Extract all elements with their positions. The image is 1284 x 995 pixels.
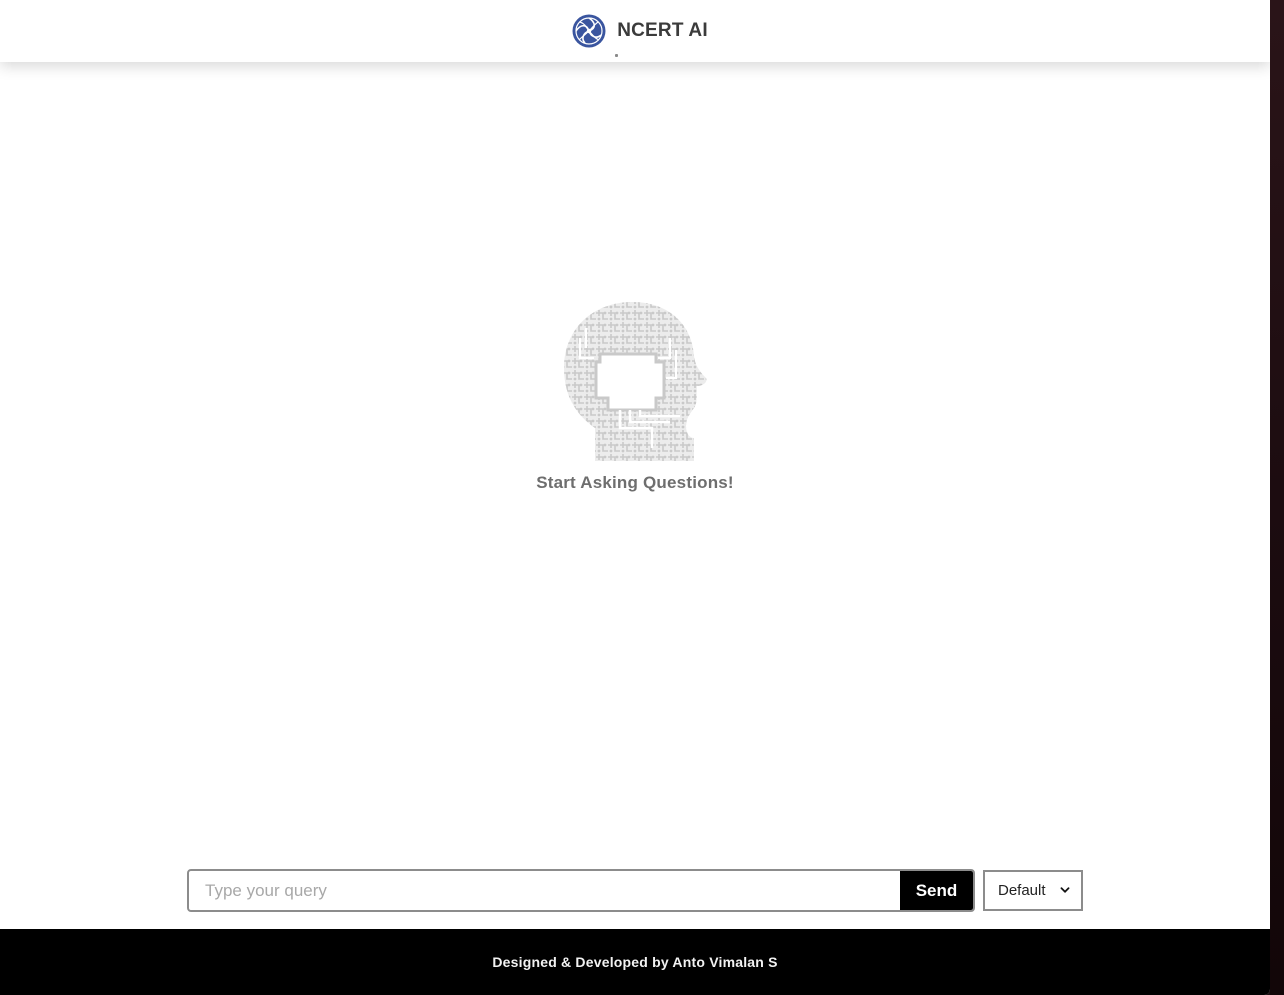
brand: NCERT AI [572,14,708,48]
send-button[interactable]: Send [900,871,973,910]
top-header: NCERT AI [0,0,1270,62]
query-input[interactable] [189,871,900,910]
header-indicator-dot [615,54,618,57]
ncert-logo-icon [572,14,606,48]
window-edge [1270,0,1284,995]
footer-credit: Designed & Developed by Anto Vimalan S [492,954,778,970]
query-composer: Send [187,869,975,912]
footer: Designed & Developed by Anto Vimalan S [0,929,1270,995]
app-title: NCERT AI [617,20,708,41]
mode-select[interactable]: Default [983,870,1083,911]
empty-state: Start Asking Questions! [0,298,1270,493]
app-page: NCERT AI Start Asking Questions! Type yo… [0,0,1270,995]
mode-select-value: Default [998,882,1046,899]
chevron-down-icon [1060,887,1070,893]
circuit-head-icon [564,302,707,461]
empty-state-message: Start Asking Questions! [536,473,734,492]
